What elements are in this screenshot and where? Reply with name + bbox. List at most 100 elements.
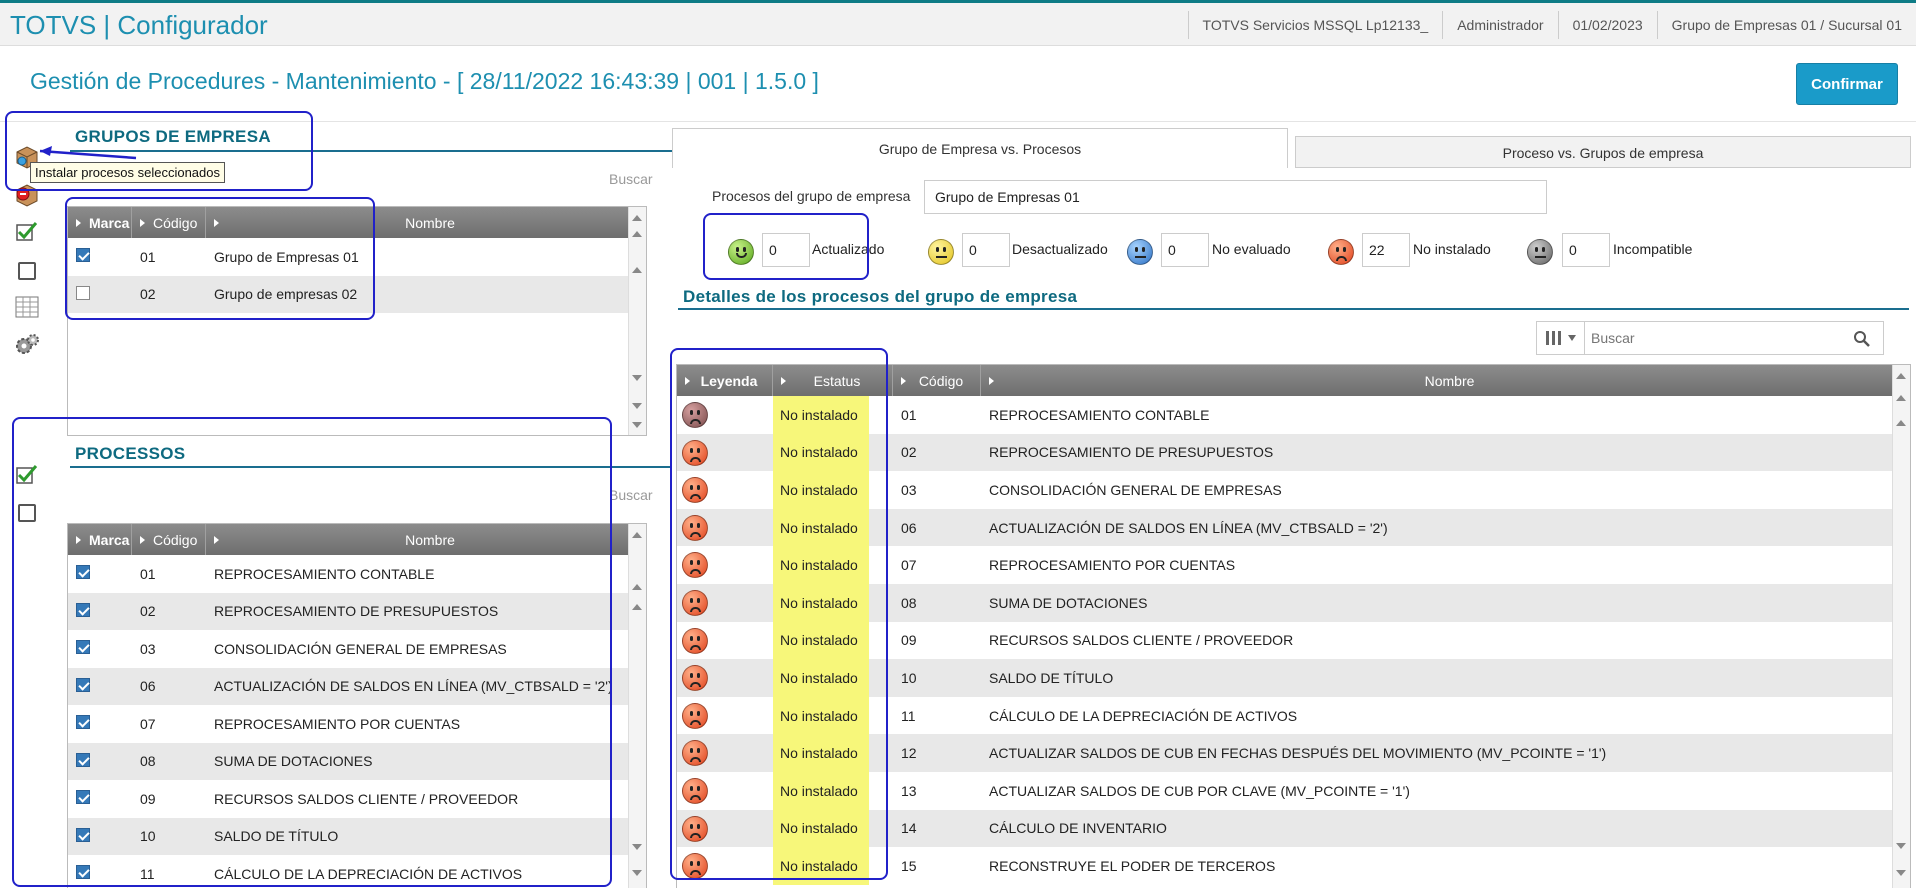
processes-scrollbar[interactable] — [628, 524, 646, 888]
table-row[interactable]: 02 REPROCESAMIENTO DE PRESUPUESTOS — [68, 592, 646, 630]
tab-process-vs-groups[interactable]: Proceso vs. Grupos de empresa — [1295, 136, 1911, 168]
col-header-nombre[interactable]: Nombre — [206, 524, 646, 555]
details-search-input[interactable] — [1591, 325, 1841, 351]
group-process-input[interactable] — [924, 180, 1547, 214]
row-marca[interactable] — [68, 752, 132, 770]
environment-label[interactable]: TOTVS Servicios MSSQL Lp12133_ — [1187, 10, 1443, 39]
status-not-evaluated-count[interactable] — [1161, 233, 1209, 267]
not-installed-face-icon — [682, 665, 708, 692]
processes-search-link[interactable]: Buscar — [609, 487, 653, 503]
status-incompatible-count[interactable] — [1562, 233, 1610, 267]
table-row[interactable]: No instalado 03 CONSOLIDACIÓN GENERAL DE E… — [677, 471, 1910, 509]
row-marca[interactable] — [68, 790, 132, 807]
tab-group-vs-processes[interactable]: Grupo de Empresa vs. Procesos — [672, 128, 1288, 168]
groups-search-link[interactable]: Buscar — [609, 171, 653, 187]
status-outdated-count[interactable] — [962, 233, 1010, 267]
checked-checkbox[interactable] — [76, 752, 90, 767]
row-status: No instalado — [773, 734, 869, 772]
table-row[interactable]: 07 REPROCESAMIENTO POR CUENTAS — [68, 705, 646, 743]
row-marca[interactable] — [68, 865, 132, 882]
column-picker-button[interactable] — [1537, 322, 1585, 354]
checked-checkbox[interactable] — [76, 248, 90, 263]
details-section-title: Detalles de los procesos del grupo de em… — [683, 287, 1078, 306]
details-scrollbar[interactable] — [1892, 365, 1910, 888]
col-header-marca[interactable]: Marca — [68, 207, 132, 238]
table-row[interactable]: No instalado 12 ACTUALIZAR SALDOS DE CUB E… — [677, 734, 1910, 772]
row-code: 06 — [901, 519, 917, 536]
checked-checkbox[interactable] — [76, 865, 90, 880]
company-label[interactable]: Grupo de Empresas 01 / Sucursal 01 — [1656, 10, 1916, 39]
col-header-leyenda[interactable]: Leyenda — [677, 365, 773, 396]
row-status: No instalado — [773, 583, 869, 622]
table-row[interactable]: 11 CÁLCULO DE LA DEPRECIACIÓN DE ACTIVOS — [68, 855, 646, 888]
confirm-button[interactable]: Confirmar — [1796, 63, 1898, 105]
status-updated-count[interactable] — [762, 233, 810, 267]
details-rows: No instalado 01 REPROCESAMIENTO CONTABLE No… — [677, 396, 1910, 885]
search-icon[interactable] — [1853, 330, 1871, 348]
status-outdated-icon — [928, 239, 954, 265]
row-marca[interactable] — [68, 248, 132, 265]
settings-gears-icon[interactable] — [14, 332, 40, 358]
table-row[interactable]: 02 Grupo de empresas 02 — [68, 275, 646, 313]
top-bar: TOTVS | Configurador TOTVS Servicios MSS… — [0, 0, 1916, 46]
checked-checkbox[interactable] — [76, 565, 90, 580]
table-row[interactable]: No instalado 01 REPROCESAMIENTO CONTABLE — [677, 396, 1910, 434]
row-marca[interactable] — [68, 285, 132, 303]
table-row[interactable]: No instalado 15 RECONSTRUYE EL PODER DE TE… — [677, 847, 1910, 885]
row-name: Grupo de Empresas 01 — [214, 248, 359, 265]
user-label[interactable]: Administrador — [1442, 10, 1557, 39]
uninstall-package-icon[interactable] — [14, 182, 40, 208]
table-row[interactable]: No instalado 09 RECURSOS SALDOS CLIENTE / … — [677, 621, 1910, 660]
table-row[interactable]: 03 CONSOLIDACIÓN GENERAL DE EMPRESAS — [68, 630, 646, 668]
col-header-codigo[interactable]: Código — [132, 207, 206, 238]
table-row[interactable]: 01 Grupo de Empresas 01 — [68, 238, 646, 276]
col-header-nombre[interactable]: Nombre — [981, 365, 1910, 396]
table-row[interactable]: No instalado 10 SALDO DE TÍTULO — [677, 659, 1910, 697]
table-row[interactable]: 08 SUMA DE DOTACIONES — [68, 742, 646, 780]
unchecked-checkbox[interactable] — [76, 285, 90, 300]
table-row[interactable]: No instalado 14 CÁLCULO DE INVENTARIO — [677, 809, 1910, 848]
processes-select-all-icon[interactable] — [14, 461, 40, 487]
table-row[interactable]: 01 REPROCESAMIENTO CONTABLE — [68, 555, 646, 593]
row-name: SALDO DE TÍTULO — [989, 669, 1114, 686]
row-marca[interactable] — [68, 715, 132, 732]
select-all-check-icon[interactable] — [14, 218, 40, 244]
col-header-marca[interactable]: Marca — [68, 524, 132, 555]
row-legend — [677, 434, 773, 472]
checked-checkbox[interactable] — [76, 715, 90, 730]
unselect-all-icon[interactable] — [14, 258, 40, 284]
table-row[interactable]: No instalado 08 SUMA DE DOTACIONES — [677, 583, 1910, 622]
date-label[interactable]: 01/02/2023 — [1557, 10, 1657, 39]
col-header-codigo[interactable]: Código — [132, 524, 206, 555]
row-marca[interactable] — [68, 827, 132, 845]
table-row[interactable]: No instalado 13 ACTUALIZAR SALDOS DE CUB P… — [677, 771, 1910, 810]
table-row[interactable]: 09 RECURSOS SALDOS CLIENTE / PROVEEDOR — [68, 780, 646, 818]
row-name: REPROCESAMIENTO POR CUENTAS — [214, 715, 461, 732]
row-marca[interactable] — [68, 640, 132, 657]
status-not-installed-count[interactable] — [1362, 233, 1410, 267]
table-row[interactable]: No instalado 11 CÁLCULO DE LA DEPRECIACIÓN… — [677, 696, 1910, 735]
checked-checkbox[interactable] — [76, 602, 90, 617]
grid-view-icon[interactable] — [14, 294, 40, 320]
row-marca[interactable] — [68, 677, 132, 695]
table-row[interactable]: No instalado 06 ACTUALIZACIÓN DE SALDOS EN… — [677, 508, 1910, 547]
checked-checkbox[interactable] — [76, 677, 90, 692]
checked-checkbox[interactable] — [76, 640, 90, 655]
table-row[interactable]: 06 ACTUALIZACIÓN DE SALDOS EN LÍNEA (MV_C… — [68, 667, 646, 705]
col-header-estatus[interactable]: Estatus — [773, 365, 893, 396]
row-marca[interactable] — [68, 602, 132, 620]
details-section-divider — [678, 308, 1909, 310]
checked-checkbox[interactable] — [76, 827, 90, 842]
col-header-nombre[interactable]: Nombre — [206, 207, 646, 238]
table-row[interactable]: 10 SALDO DE TÍTULO — [68, 817, 646, 855]
row-marca[interactable] — [68, 565, 132, 582]
col-header-codigo[interactable]: Código — [893, 365, 981, 396]
not-installed-face-icon — [682, 514, 708, 541]
row-code: 15 — [901, 857, 917, 874]
table-row[interactable]: No instalado 07 REPROCESAMIENTO POR CUENTA… — [677, 546, 1910, 584]
table-row[interactable]: No instalado 02 REPROCESAMIENTO DE PRESUPU… — [677, 433, 1910, 472]
processes-unselect-all-icon[interactable] — [14, 500, 40, 526]
groups-scrollbar[interactable] — [628, 207, 646, 435]
checked-checkbox[interactable] — [76, 790, 90, 805]
row-code: 03 — [901, 481, 917, 498]
